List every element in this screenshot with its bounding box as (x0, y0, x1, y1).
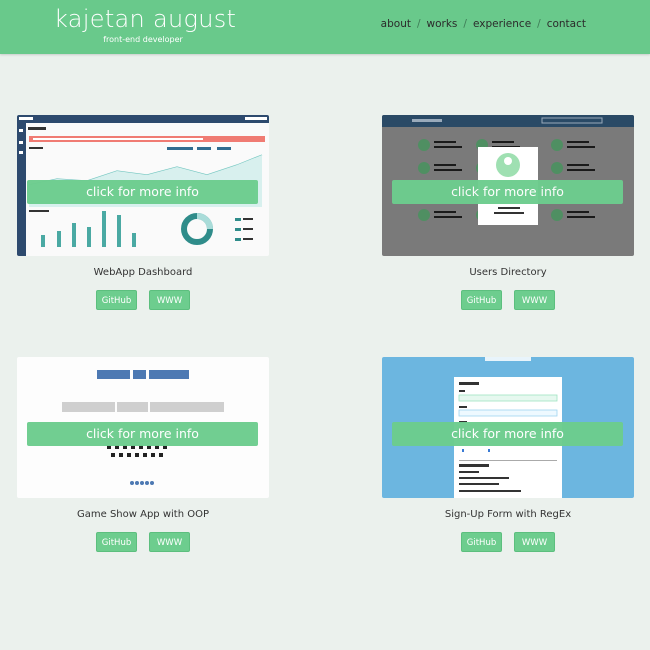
more-info-overlay[interactable]: click for more info (392, 422, 623, 446)
github-button[interactable]: GitHub (96, 532, 137, 552)
nav-separator: / (416, 18, 421, 30)
site-header: kajetan august front-end developer about… (0, 0, 650, 54)
github-button[interactable]: GitHub (96, 290, 137, 310)
more-info-overlay[interactable]: click for more info (392, 180, 623, 204)
nav-separator: / (463, 18, 467, 30)
nav-about[interactable]: about (381, 18, 411, 30)
nav-works[interactable]: works (427, 18, 458, 30)
project-thumbnail[interactable]: click for more info (382, 357, 634, 498)
project-title: Game Show App with OOP (77, 509, 209, 520)
project-links: GitHub WWW (17, 290, 269, 310)
project-title: Sign-Up Form with RegEx (444, 509, 572, 520)
brand[interactable]: kajetan august front-end developer (54, 4, 237, 46)
project-links: GitHub WWW (17, 532, 269, 552)
site-subtitle: front-end developer (103, 35, 183, 44)
project-thumbnail[interactable]: click for more info (382, 115, 634, 256)
www-button[interactable]: WWW (514, 290, 555, 310)
more-info-overlay[interactable]: click for more info (27, 422, 258, 446)
main-nav: about / works / experience / contact (381, 18, 586, 30)
project-card: click for more info WebApp Dashboard Git… (17, 115, 269, 310)
www-button[interactable]: WWW (149, 290, 190, 310)
project-links: GitHub WWW (382, 290, 634, 310)
project-title: Users Directory (469, 267, 547, 278)
nav-separator: / (537, 18, 541, 30)
nav-experience[interactable]: experience (473, 18, 531, 30)
project-thumbnail[interactable]: click for more info (17, 357, 269, 498)
github-button[interactable]: GitHub (461, 532, 502, 552)
project-card: click for more info Sign-Up Form with Re… (382, 357, 634, 552)
site-name: kajetan august (54, 5, 237, 33)
project-title: WebApp Dashboard (93, 267, 193, 278)
project-links: GitHub WWW (382, 532, 634, 552)
www-button[interactable]: WWW (514, 532, 555, 552)
project-card: click for more info Game Show App with O… (17, 357, 269, 552)
www-button[interactable]: WWW (149, 532, 190, 552)
github-button[interactable]: GitHub (461, 290, 502, 310)
more-info-overlay[interactable]: click for more info (27, 180, 258, 204)
project-thumbnail[interactable]: click for more info (17, 115, 269, 256)
nav-contact[interactable]: contact (547, 18, 586, 30)
project-card: click for more info Users Directory GitH… (382, 115, 634, 310)
